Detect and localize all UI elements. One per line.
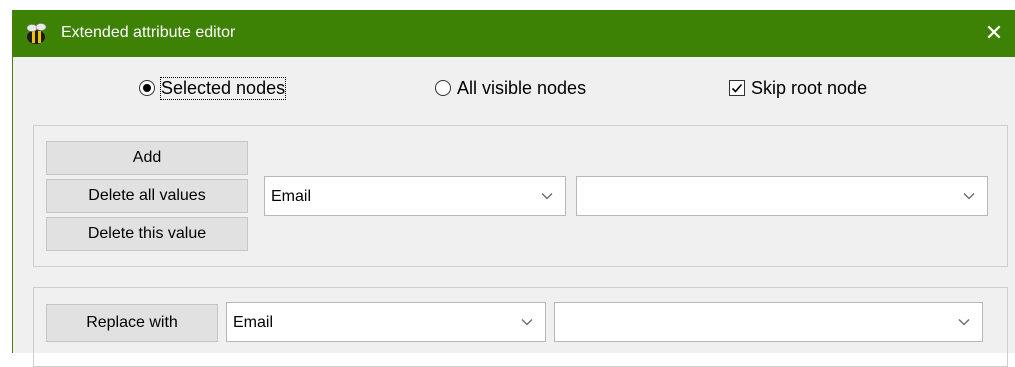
selected-nodes-radio[interactable]: Selected nodes [139, 75, 287, 101]
chevron-down-icon [541, 193, 553, 200]
replace-with-button[interactable]: Replace with [46, 304, 218, 342]
all-visible-nodes-label: All visible nodes [457, 77, 587, 98]
radio-unselected-indicator [435, 80, 451, 96]
all-visible-nodes-radio[interactable]: All visible nodes [435, 75, 586, 101]
window-title: Extended attribute editor [61, 24, 236, 41]
close-icon: ✕ [984, 20, 1004, 45]
checkmark-icon [731, 83, 743, 93]
chevron-down-icon [521, 319, 533, 326]
radio-selected-indicator [139, 80, 155, 96]
replace-attribute-name-value: Email [233, 314, 274, 331]
delete-all-values-button[interactable]: Delete all values [46, 179, 248, 213]
skip-root-node-label: Skip root node [751, 77, 868, 98]
chevron-down-icon [963, 193, 975, 200]
attribute-name-value: Email [271, 188, 312, 205]
extended-attribute-editor-window: Extended attribute editor ✕ Selected nod… [12, 10, 1015, 367]
bee-icon [26, 23, 47, 44]
close-button[interactable]: ✕ [973, 10, 1015, 57]
replace-attribute-name-dropdown[interactable]: Email [226, 302, 546, 342]
replace-attribute-value-dropdown[interactable] [554, 302, 983, 342]
checkbox-box [729, 80, 745, 96]
selected-nodes-label: Selected nodes [159, 76, 287, 100]
attribute-name-dropdown[interactable]: Email [264, 176, 566, 216]
skip-root-node-checkbox[interactable]: Skip root node [729, 75, 867, 101]
add-button[interactable]: Add [46, 141, 248, 175]
delete-this-value-button[interactable]: Delete this value [46, 217, 248, 251]
attribute-value-dropdown[interactable] [576, 176, 988, 216]
chevron-down-icon [958, 319, 970, 326]
title-bar[interactable]: Extended attribute editor ✕ [13, 10, 1015, 57]
